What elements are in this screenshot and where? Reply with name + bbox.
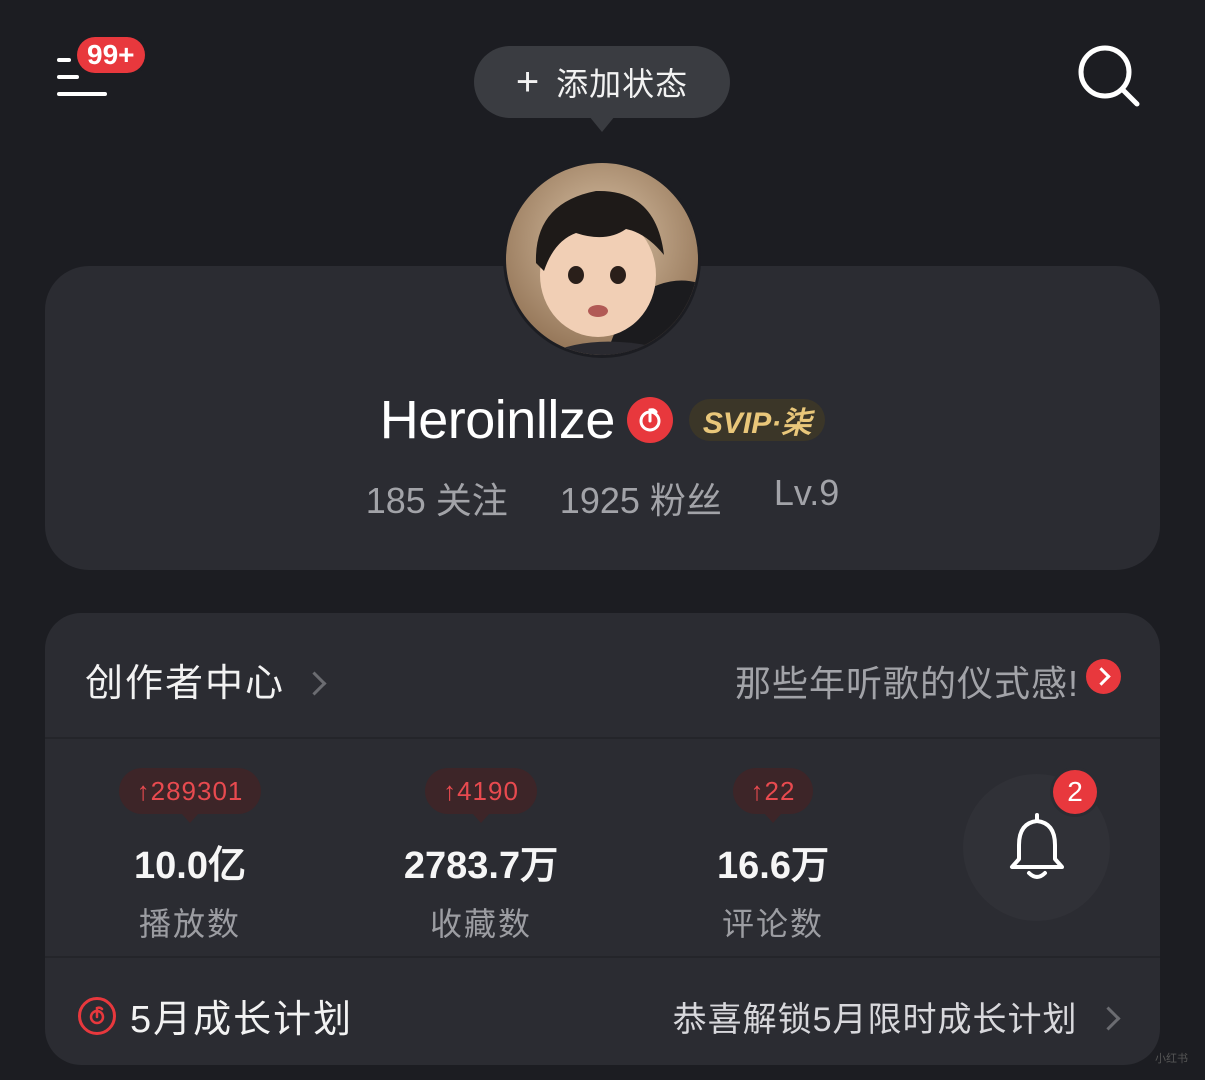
metric-label: 收藏数 <box>429 906 532 942</box>
metric-delta: ↑289301 <box>118 768 262 823</box>
add-status-label: 添加状态 <box>556 66 689 102</box>
avatar-photo <box>506 163 698 355</box>
search-button[interactable] <box>1075 42 1145 112</box>
notification-badge: 99+ <box>77 37 145 73</box>
metric-label: 播放数 <box>138 906 241 942</box>
username[interactable]: Heroinllze <box>380 389 616 451</box>
watermark: 小红书 <box>1155 1053 1188 1065</box>
followers-count[interactable]: 1925 粉丝 <box>560 472 722 522</box>
metric-delta: ↑22 <box>732 768 814 823</box>
growth-plan-promo[interactable]: 恭喜解锁5月限时成长计划 <box>672 992 1121 1041</box>
divider <box>45 737 1160 739</box>
metric-value: 2783.7万 <box>403 845 559 887</box>
bell-icon <box>1009 812 1064 879</box>
metric-comments[interactable]: ↑22 16.6万 评论数 <box>653 768 893 945</box>
metric-plays[interactable]: ↑289301 10.0亿 播放数 <box>70 768 310 945</box>
chevron-right-icon <box>302 671 327 696</box>
notification-count-badge: 2 <box>1053 770 1097 814</box>
divider <box>45 956 1160 958</box>
creator-center-title: 创作者中心 <box>85 663 286 705</box>
plus-icon: + <box>515 59 541 104</box>
status-pill-tail <box>589 116 615 132</box>
metric-delta: ↑4190 <box>425 768 537 823</box>
metric-favorites[interactable]: ↑4190 2783.7万 收藏数 <box>361 768 601 945</box>
promo-arrow-icon[interactable] <box>1086 659 1121 694</box>
netease-music-icon <box>78 996 116 1035</box>
growth-plan-link[interactable]: 5月成长计划 <box>78 988 353 1043</box>
user-level[interactable]: Lv.9 <box>774 472 839 522</box>
profile-name-row: Heroinllze SVIP·柒 <box>0 385 1205 455</box>
search-icon <box>1078 45 1140 107</box>
metric-label: 评论数 <box>721 906 824 942</box>
growth-plan-promo-text: 恭喜解锁5月限时成长计划 <box>672 1001 1078 1039</box>
metric-value: 16.6万 <box>717 845 829 887</box>
netease-music-icon[interactable] <box>626 397 673 443</box>
profile-stats: 185 关注 1925 粉丝 Lv.9 <box>0 472 1205 522</box>
vip-badge[interactable]: SVIP·柒 <box>688 399 826 441</box>
following-count[interactable]: 185 关注 <box>366 472 508 522</box>
metric-value: 10.0亿 <box>134 845 246 887</box>
promo-link[interactable]: 那些年听歌的仪式感! <box>735 655 1079 707</box>
growth-plan-title: 5月成长计划 <box>130 999 354 1041</box>
menu-button[interactable]: 99+ <box>50 37 160 110</box>
add-status-button[interactable]: + 添加状态 <box>474 46 730 118</box>
creator-center-link[interactable]: 创作者中心 <box>85 652 327 707</box>
chevron-right-icon <box>1096 1006 1121 1031</box>
avatar[interactable] <box>503 160 701 358</box>
